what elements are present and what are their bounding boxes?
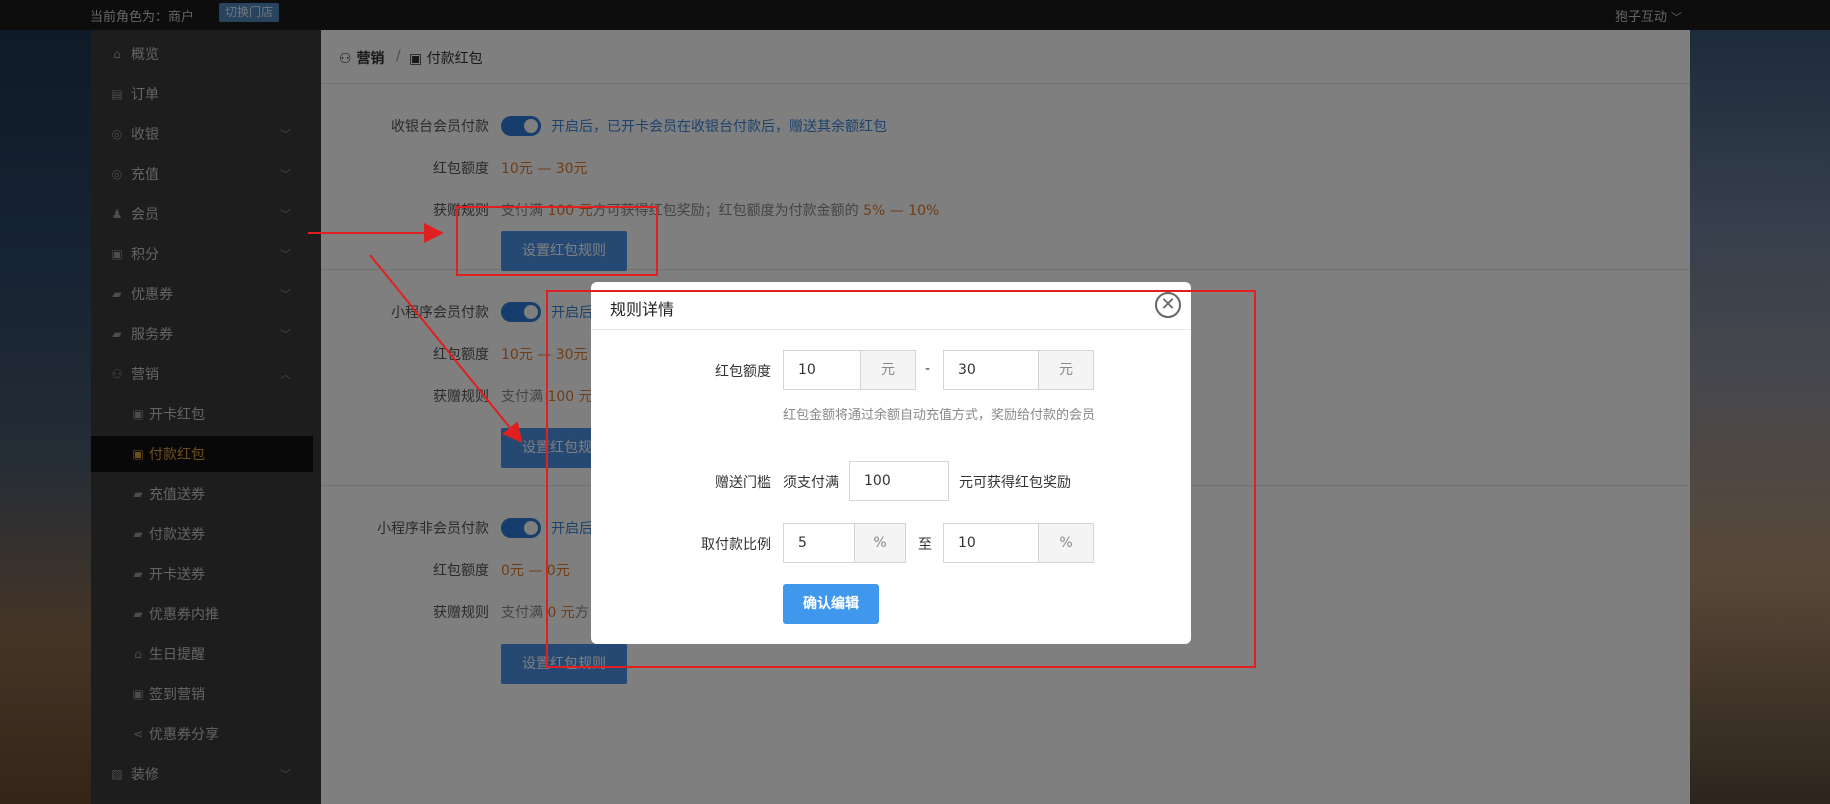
annotation-arrow-diagonal [369,254,523,444]
annotation-arrows [308,223,523,444]
